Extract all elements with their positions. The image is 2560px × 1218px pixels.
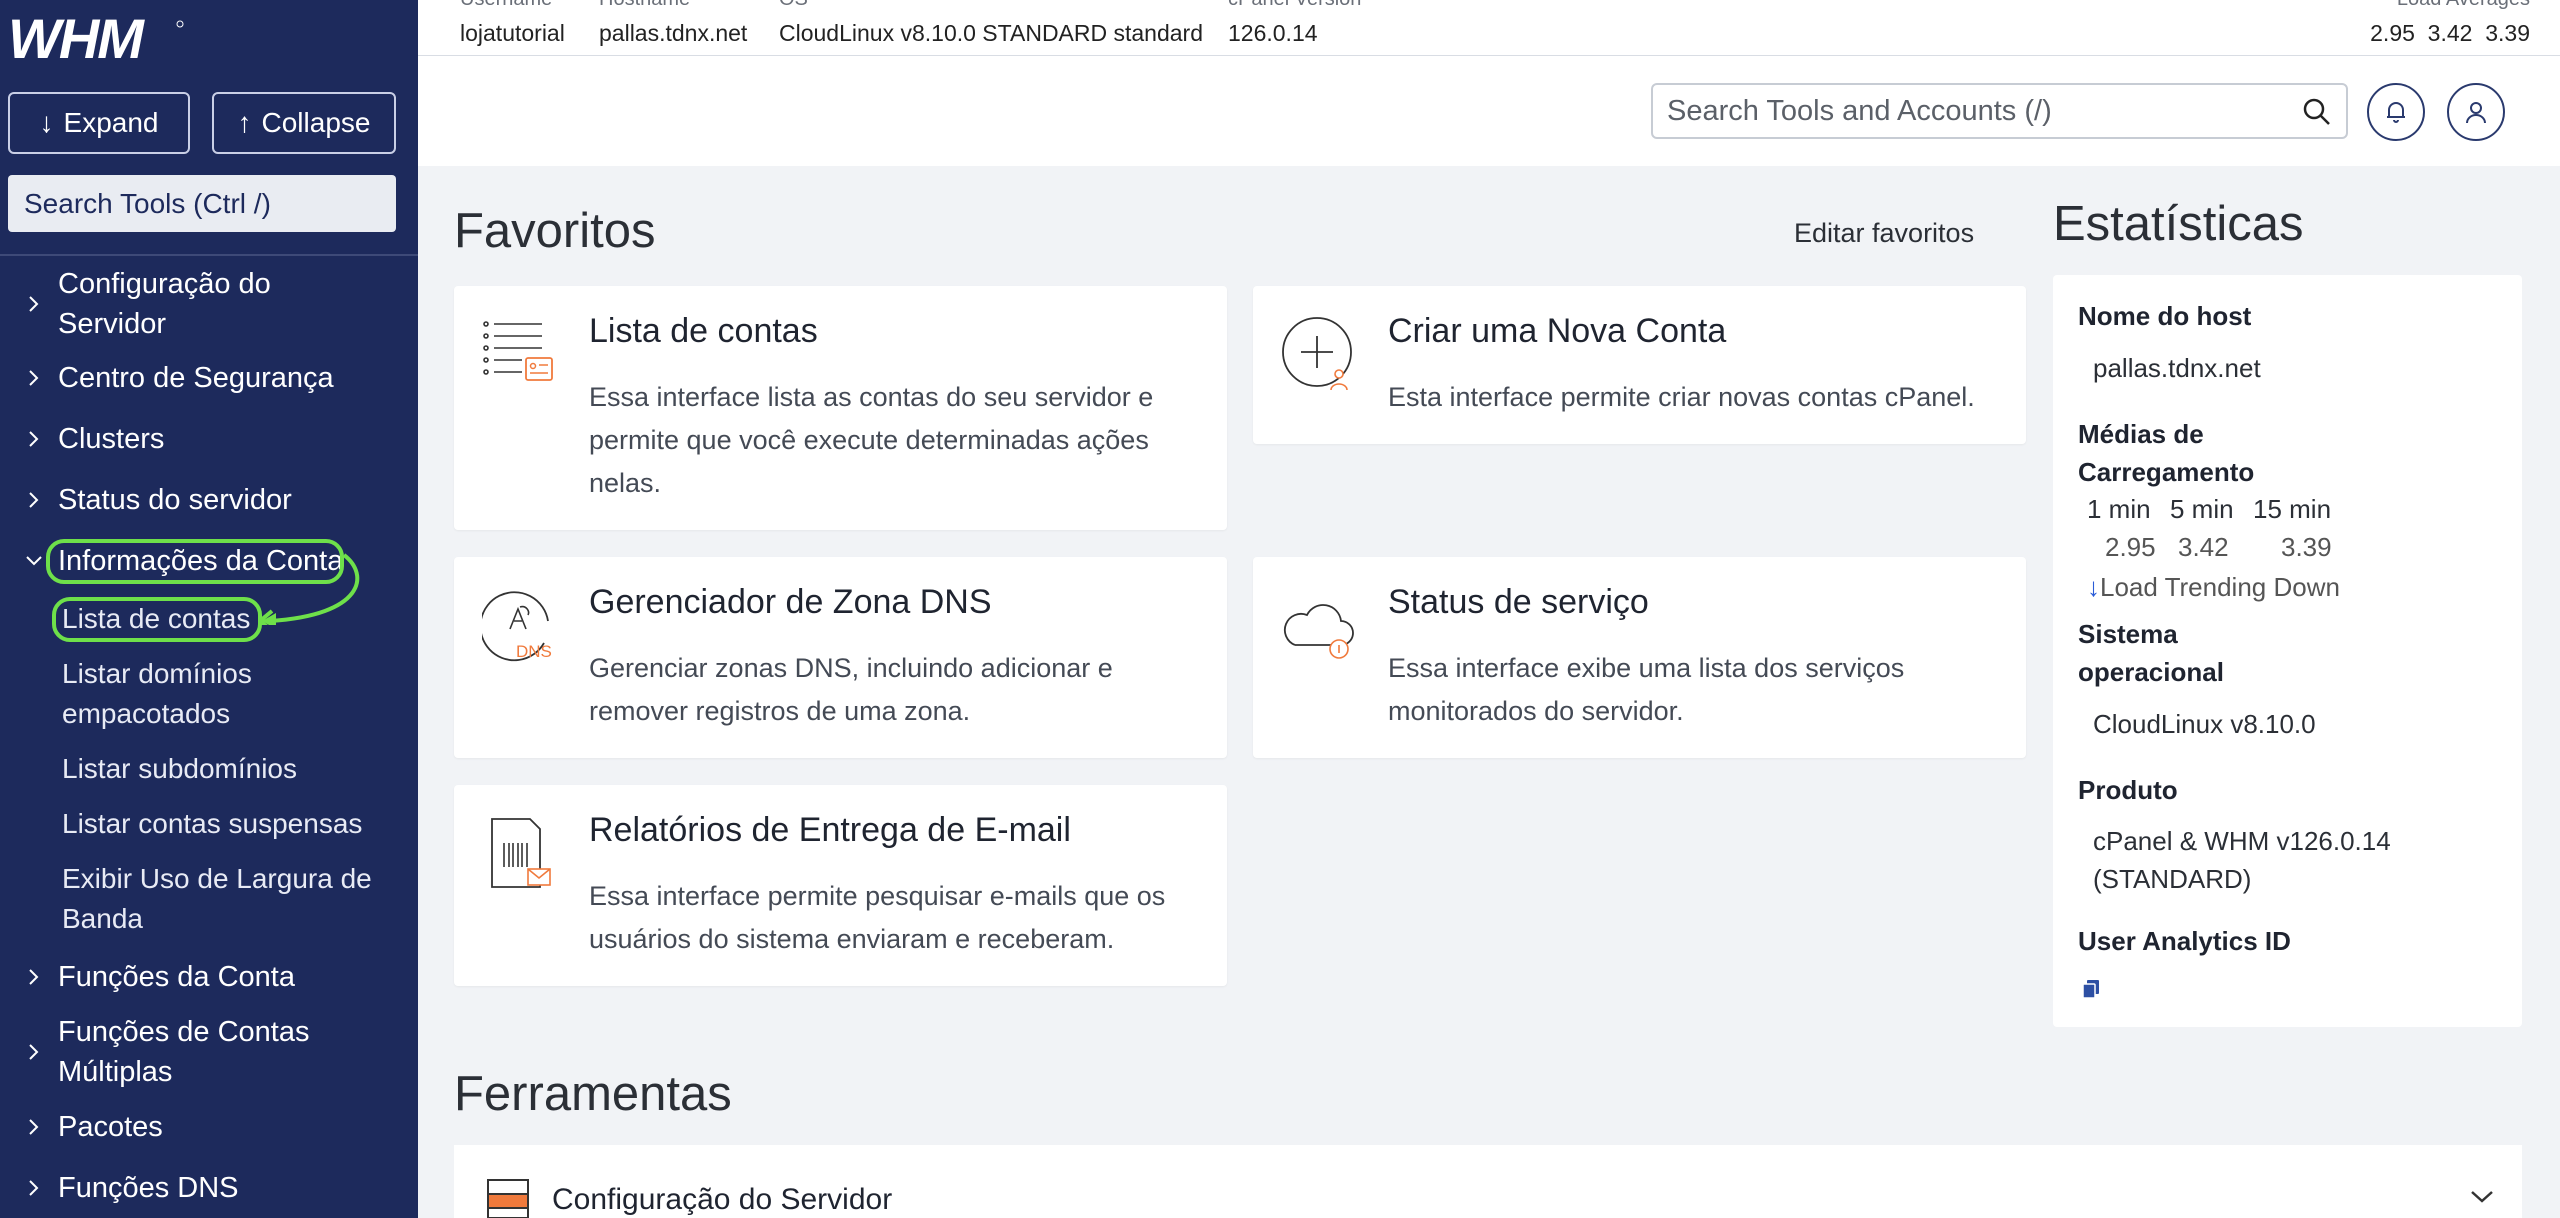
chevron-right-icon — [24, 957, 44, 997]
sidebar-item-server-config[interactable]: Configuração do Servidor — [0, 264, 418, 344]
whm-logo[interactable]: WHM — [8, 8, 188, 68]
svg-text:WHM: WHM — [8, 8, 145, 68]
chevron-right-icon — [24, 358, 44, 398]
sidebar: WHM ↓ Expand ↑ Collapse Search Tools (Ct… — [0, 0, 418, 1218]
sidebar-item-account-functions[interactable]: Funções da Conta — [0, 957, 418, 997]
server-icon — [487, 1179, 529, 1218]
user-icon — [2466, 102, 2486, 124]
collapse-button[interactable]: ↑ Collapse — [212, 92, 396, 154]
favorite-card-service-status[interactable]: Status de serviço Essa interface exibe u… — [1253, 557, 2026, 758]
chevron-down-icon[interactable] — [2470, 1189, 2494, 1205]
chevron-down-icon — [24, 541, 44, 581]
edit-favorites-link[interactable]: Editar favoritos — [1794, 218, 1974, 249]
sidebar-subitem-list-subdomains[interactable]: Listar subdomínios — [62, 749, 297, 789]
server-info-bar: Username lojatutorial Hostname pallas.td… — [418, 0, 2560, 56]
annotation-arrow-icon — [260, 553, 360, 625]
cloud-status-icon — [1283, 604, 1354, 659]
sidebar-item-dns-functions[interactable]: Funções DNS — [0, 1168, 418, 1208]
highlight-list-accounts — [52, 597, 262, 642]
svg-text:DNS: DNS — [516, 642, 552, 661]
sidebar-subitem-list-suspended[interactable]: Listar contas suspensas — [62, 804, 362, 844]
user-menu-button[interactable] — [2447, 83, 2505, 141]
list-accounts-icon — [483, 321, 553, 381]
statistics-panel: Nome do host pallas.tdnx.net Médias de C… — [2053, 275, 2522, 1027]
chevron-right-icon — [24, 1168, 44, 1208]
favorite-card-list-accounts[interactable]: Lista de contas Essa interface lista as … — [454, 286, 1227, 530]
statistics-title: Estatísticas — [2053, 197, 2304, 251]
sidebar-subitem-list-parked-domains[interactable]: Listar domínios empacotados — [62, 654, 252, 734]
sidebar-subitem-bandwidth[interactable]: Exibir Uso de Largura de Banda — [62, 859, 372, 939]
chevron-right-icon — [24, 419, 44, 459]
favorite-card-dns-zone-manager[interactable]: DNS Gerenciador de Zona DNS Gerenciar zo… — [454, 557, 1227, 758]
favorite-card-create-account[interactable]: Criar uma Nova Conta Esta interface perm… — [1253, 286, 2026, 444]
chevron-right-icon — [24, 480, 44, 520]
sidebar-item-security-center[interactable]: Centro de Segurança — [0, 358, 418, 398]
search-icon[interactable] — [2302, 97, 2332, 135]
chevron-right-icon — [24, 284, 44, 324]
tools-title: Ferramentas — [454, 1067, 732, 1121]
notifications-button[interactable] — [2367, 83, 2425, 141]
search-tools-accounts-input[interactable]: Search Tools and Accounts (/) — [1651, 83, 2348, 139]
sidebar-item-packages[interactable]: Pacotes — [0, 1107, 418, 1147]
sidebar-search-input[interactable]: Search Tools (Ctrl /) — [8, 175, 396, 232]
chevron-right-icon — [24, 1107, 44, 1147]
tools-section-server-config[interactable]: Configuração do Servidor — [454, 1145, 2522, 1218]
sidebar-item-multi-account[interactable]: Funções de Contas Múltiplas — [0, 1012, 418, 1092]
sidebar-item-server-status[interactable]: Status do servidor — [0, 480, 418, 520]
copy-icon[interactable] — [2081, 978, 2101, 1000]
sidebar-item-clusters[interactable]: Clusters — [0, 419, 418, 459]
chevron-right-icon — [24, 1032, 44, 1072]
bell-icon — [2387, 102, 2405, 123]
favorite-card-email-delivery[interactable]: Relatórios de Entrega de E-mail Essa int… — [454, 785, 1227, 986]
arrow-up-icon: ↑ — [237, 107, 252, 138]
create-account-icon — [1282, 317, 1352, 391]
expand-button[interactable]: ↓ Expand — [8, 92, 190, 154]
dns-zone-icon: DNS — [482, 591, 552, 662]
load-trend: ↓Load Trending Down — [2087, 572, 2340, 602]
email-report-icon — [491, 818, 551, 888]
favorites-title: Favoritos — [454, 204, 656, 258]
sidebar-divider — [0, 254, 418, 256]
arrow-down-icon: ↓ — [2087, 572, 2100, 602]
arrow-down-icon: ↓ — [39, 107, 54, 138]
